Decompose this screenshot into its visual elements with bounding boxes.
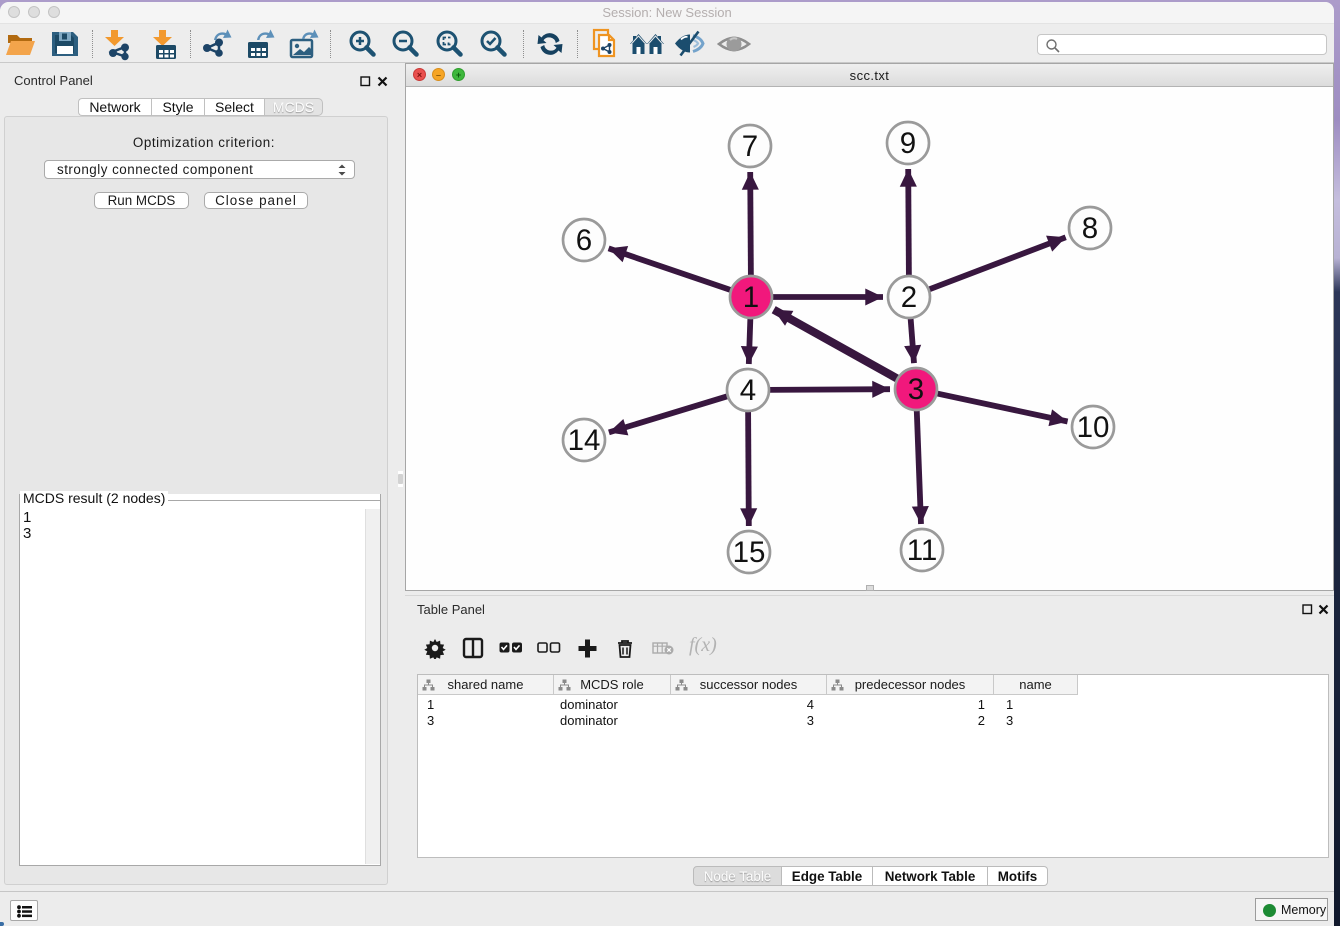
svg-text:6: 6 bbox=[576, 224, 592, 257]
svg-text:2: 2 bbox=[901, 281, 917, 314]
svg-text:1: 1 bbox=[743, 281, 759, 314]
svg-text:7: 7 bbox=[742, 130, 758, 163]
svg-text:14: 14 bbox=[568, 424, 601, 457]
svg-text:15: 15 bbox=[733, 536, 766, 569]
svg-text:9: 9 bbox=[900, 127, 916, 160]
svg-text:4: 4 bbox=[740, 374, 756, 407]
svg-text:11: 11 bbox=[907, 534, 938, 567]
svg-text:8: 8 bbox=[1082, 212, 1098, 245]
svg-text:3: 3 bbox=[908, 373, 924, 406]
svg-text:10: 10 bbox=[1077, 411, 1110, 444]
